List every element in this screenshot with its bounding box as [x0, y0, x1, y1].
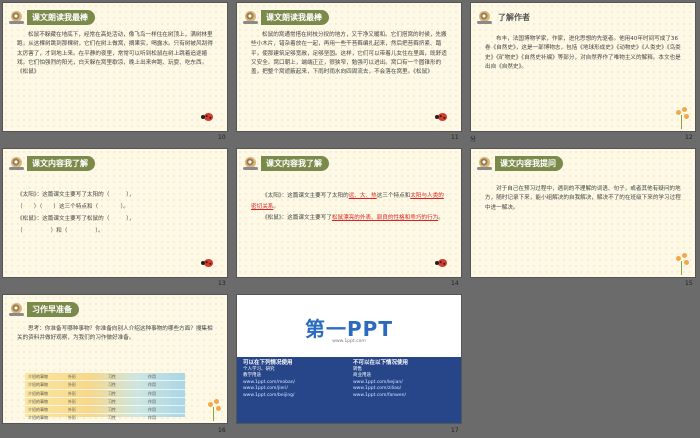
slide-text: 《太阳》：这篇课文主要写了太阳的远、大、热这三个特点和太阳与人类的密切关系。 《…: [251, 193, 444, 221]
slide-thumbnail-12[interactable]: 了解作者 布丰，法国博物学家，作家，进化思想的先驱者。他用40年时间写成了36卷…: [470, 2, 696, 132]
page-number: 17: [451, 427, 459, 434]
table-cell: 介绍的事物: [28, 415, 48, 421]
table-cell: 作用: [148, 398, 156, 404]
table-row: 介绍的事物 外形 习性 作用: [25, 381, 185, 390]
answer-text: 远、大、热: [348, 193, 377, 199]
table-cell: 习性: [108, 382, 116, 388]
side-label: 分: [470, 136, 477, 143]
link[interactable]: www.1ppt.com/fanwen/: [353, 393, 453, 400]
slide-text: 布丰，法国博物学家，作家，进化思想的先驱者。他用40年时间写成了36卷《自然史》…: [485, 36, 681, 70]
page-number: 10: [218, 134, 226, 141]
snail-icon: [243, 10, 258, 24]
answer-text: 松鼠漂亮的外表、驯良的性格和乖巧的行为: [331, 215, 439, 221]
table-cell: 介绍的事物: [28, 390, 48, 396]
slide-text: 思考：你准备写哪种事物？你准备向别人介绍这种事物的哪些方面？搜集相关的资料并做好…: [17, 326, 213, 342]
page-number: 16: [218, 427, 226, 434]
table-cell: 外形: [68, 398, 76, 404]
snail-icon: [477, 156, 492, 170]
table-cell: 外形: [68, 407, 76, 413]
info-band: 可以在下列情况使用 个人学习、研究 教学用途 www.1ppt.com/moba…: [237, 357, 461, 423]
slide-thumbnail-13[interactable]: 课文内容我了解 《太阳》：这篇课文主要写了太阳的（ ）， （ ）（ ）这三个特点…: [2, 148, 228, 278]
flower-icon: [673, 253, 691, 275]
slide-thumbnail-10[interactable]: 课文朗读我最棒 松鼠不躲藏在地底下，经常在高处活动，像飞鸟一样住在树顶上，满树林…: [2, 2, 228, 132]
flower-icon: [205, 399, 223, 421]
snail-icon: [9, 156, 24, 170]
blank-line: （ ）和（ ）。: [17, 228, 104, 234]
slide-title: 课文朗读我最棒: [27, 9, 95, 25]
slide-title: 课文内容我了解: [27, 155, 95, 171]
table-row: 介绍的事物 外形 习性 作用: [25, 406, 185, 415]
slide-title: 课文内容我提问: [495, 155, 563, 171]
slide-title: 了解作者: [498, 12, 530, 22]
table-cell: 介绍的事物: [28, 382, 48, 388]
table-row: 介绍的事物 外形 习性 作用: [25, 398, 185, 407]
slide-text: 松鼠的窝通常搭在树枝分杈的地方，又干净又暖和。它们搭窝的时候，先搬些小木片，错杂…: [251, 32, 447, 76]
slide-title: 课文朗读我最棒: [261, 9, 329, 25]
slide-title: 习作早准备: [27, 301, 79, 317]
usage-allowed: 可以在下列情况使用 个人学习、研究 教学用途 www.1ppt.com/moba…: [243, 360, 343, 399]
flower-icon: [673, 107, 691, 129]
usage-forbidden: 不可以在以下情况使用 转售 商业用途 www.1ppt.com/kejian/ …: [353, 360, 453, 399]
slide-text: 松鼠不躲藏在地底下，经常在高处活动，像飞鸟一样住在树顶上，满树林里跑，从这棵树跳…: [17, 32, 213, 76]
table-cell: 介绍的事物: [28, 374, 48, 379]
table-cell: 外形: [68, 390, 76, 396]
ladybug-icon: [201, 113, 213, 121]
snail-icon: [243, 156, 258, 170]
slide-text: 《太阳》：这篇课文主要写了太阳的（ ）， （ ）（ ）这三个特点和（ ）。 《松…: [17, 189, 215, 237]
slide-thumbnail-15[interactable]: 课文内容我提问 对于自己在预习过程中，遇到的不理解的词语、句子，或者其他有疑问的…: [470, 148, 696, 278]
table-cell: 介绍的事物: [28, 407, 48, 413]
table-cell: 作用: [148, 374, 156, 379]
table-row: 介绍的事物 外形 习性 作用: [25, 414, 185, 423]
blank-line: 《松鼠》：这篇课文主要写了松鼠的（ ），: [17, 216, 135, 222]
table-cell: 作用: [148, 390, 156, 396]
table-cell: 习性: [108, 398, 116, 404]
table-cell: 习性: [108, 374, 116, 379]
link[interactable]: www.1ppt.com/beijing/: [243, 393, 343, 400]
ladybug-icon: [435, 113, 447, 121]
table-cell: 外形: [68, 374, 76, 379]
slide-thumbnail-14[interactable]: 课文内容我了解 《太阳》：这篇课文主要写了太阳的远、大、热这三个特点和太阳与人类…: [236, 148, 462, 278]
table-cell: 介绍的事物: [28, 398, 48, 404]
snail-icon: [9, 10, 24, 24]
ppt-logo: 第一PPT: [305, 317, 393, 341]
ladybug-icon: [201, 259, 213, 267]
page-number: 12: [685, 134, 693, 141]
site-url: www.1ppt.com: [332, 339, 366, 344]
slide-thumbnail-17[interactable]: 第一PPT www.1ppt.com 可以在下列情况使用 个人学习、研究 教学用…: [236, 294, 462, 424]
blank-line: 《太阳》：这篇课文主要写了太阳的（ ），: [17, 192, 135, 198]
table-row: 介绍的事物 外形 习性 作用: [25, 373, 185, 382]
page-number: 14: [451, 280, 459, 287]
ladybug-icon: [435, 259, 447, 267]
table-cell: 作用: [148, 382, 156, 388]
info-table: 介绍的事物 外形 习性 作用 介绍的事物 外形 习性 作用 介绍的事物 外形 习性 作用 介绍的事物 外形…: [25, 373, 185, 423]
page-number: 13: [218, 280, 226, 287]
table-cell: 习性: [108, 390, 116, 396]
slide-thumbnail-16[interactable]: 习作早准备 思考：你准备写哪种事物？你准备向别人介绍这种事物的哪些方面？搜集相关…: [2, 294, 228, 424]
blank-line: （ ）（ ）这三个特点和（ ）。: [17, 204, 129, 210]
table-cell: 外形: [68, 415, 76, 421]
slide-title: 课文内容我了解: [261, 155, 329, 171]
snail-icon: [477, 10, 492, 24]
page-number: 15: [685, 280, 693, 287]
table-cell: 习性: [108, 415, 116, 421]
table-cell: 外形: [68, 382, 76, 388]
table-row: 介绍的事物 外形 习性 作用: [25, 390, 185, 398]
slide-text: 对于自己在预习过程中，遇到的不理解的词语、句子，或者其他有疑问的地方，随时记录下…: [485, 186, 681, 211]
table-cell: 作用: [148, 407, 156, 413]
slide-thumbnail-11[interactable]: 课文朗读我最棒 松鼠的窝通常搭在树枝分杈的地方，又干净又暖和。它们搭窝的时候，先…: [236, 2, 462, 132]
page-number: 11: [451, 134, 459, 141]
snail-icon: [9, 302, 24, 316]
table-cell: 作用: [148, 415, 156, 421]
table-cell: 习性: [108, 407, 116, 413]
